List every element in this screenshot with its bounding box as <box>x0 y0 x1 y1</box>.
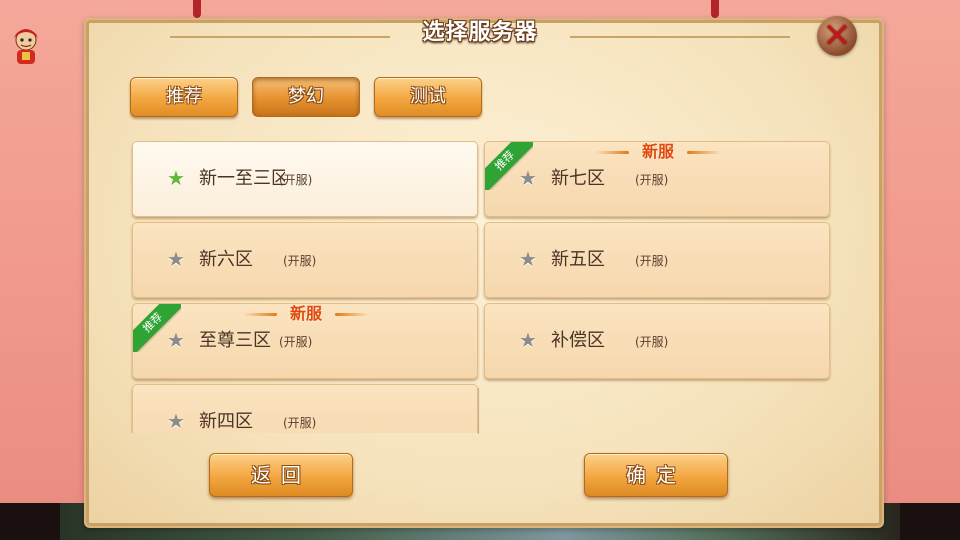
server-name: 新五区 <box>551 249 605 270</box>
server-name: 新一至三区 <box>199 168 285 189</box>
confirm-button[interactable]: 确定 <box>584 453 728 497</box>
star-icon: ★ <box>167 409 185 433</box>
back-button[interactable]: 返回 <box>209 453 353 497</box>
server-item-6[interactable]: ★ 新四区 (开服) <box>132 384 478 433</box>
star-icon: ★ <box>167 247 185 271</box>
server-status: (开服) <box>279 335 313 349</box>
server-status: (开服) <box>635 173 669 187</box>
server-item-2[interactable]: ★ 新六区 (开服) <box>132 222 478 298</box>
tab-recommended[interactable]: 推荐 <box>130 77 238 117</box>
server-name: 补偿区 <box>551 330 605 351</box>
server-status: (开服) <box>279 173 313 187</box>
close-x-icon: ✕ <box>822 16 852 56</box>
tab-menghuan[interactable]: 梦幻 <box>252 77 360 117</box>
server-status: (开服) <box>283 254 317 268</box>
server-name: 新六区 <box>199 249 253 270</box>
server-name: 至尊三区 <box>199 330 271 351</box>
column-divider <box>478 388 479 434</box>
new-server-tag: 新服 <box>591 141 725 163</box>
server-item-3[interactable]: ★ 新五区 (开服) <box>484 222 830 298</box>
server-name: 新七区 <box>551 168 605 189</box>
star-icon: ★ <box>519 247 537 271</box>
server-status: (开服) <box>635 335 669 349</box>
dialog-title: 选择服务器 <box>422 20 538 45</box>
close-button[interactable]: ✕ <box>817 16 857 56</box>
server-name: 新四区 <box>199 411 253 432</box>
server-item-4[interactable]: 推荐 新服 ★ 至尊三区 (开服) <box>132 303 478 379</box>
selected-star-icon: ★ <box>167 166 185 190</box>
server-status: (开服) <box>635 254 669 268</box>
star-icon: ★ <box>519 166 537 190</box>
server-item-0[interactable]: ★ 新一至三区 (开服) <box>132 141 478 217</box>
tab-test[interactable]: 测试 <box>374 77 482 117</box>
new-server-tag: 新服 <box>239 303 373 325</box>
star-icon: ★ <box>167 328 185 352</box>
server-item-5[interactable]: ★ 补偿区 (开服) <box>484 303 830 379</box>
server-list[interactable]: ★ 新一至三区 (开服) 推荐 新服 ★ 新七区 (开服) ★ 新六区 (开服)… <box>130 140 832 433</box>
star-icon: ★ <box>519 328 537 352</box>
server-item-1[interactable]: 推荐 新服 ★ 新七区 (开服) <box>484 141 830 217</box>
server-status: (开服) <box>283 416 317 430</box>
